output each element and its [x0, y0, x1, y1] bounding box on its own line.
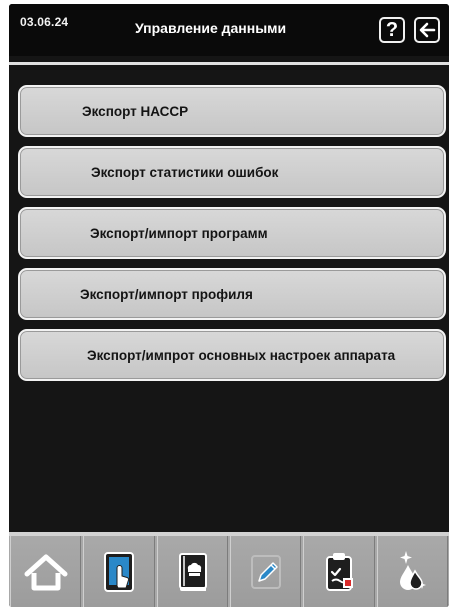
help-icon: ?	[385, 18, 399, 41]
header-bar: 03.06.24 Управление данными ?	[9, 4, 449, 56]
menu-item-label: Экспорт НАССР	[82, 104, 189, 119]
page-title: Управление данными	[135, 20, 287, 36]
nav-clipboard-button[interactable]	[303, 536, 375, 607]
cleaning-drops-icon	[400, 550, 427, 590]
home-icon	[24, 554, 68, 590]
back-button[interactable]	[414, 17, 440, 43]
nav-cookbook-button[interactable]	[156, 536, 228, 607]
export-import-programs-button[interactable]: Экспорт/импорт программ	[18, 207, 446, 259]
menu-item-label: Экспорт/импорт профиля	[80, 287, 253, 302]
clipboard-icon	[325, 552, 353, 591]
export-import-profile-button[interactable]: Экспорт/импорт профиля	[18, 268, 446, 320]
menu-item-label: Экспорт/импорт программ	[90, 226, 268, 241]
nav-touch-button[interactable]	[83, 536, 155, 607]
nav-home-button[interactable]	[10, 536, 82, 607]
bottom-nav-bar	[9, 536, 449, 607]
export-import-device-settings-button[interactable]: Экспорт/импрот основных настроек аппарат…	[18, 329, 446, 381]
back-arrow-icon	[419, 22, 436, 38]
menu-item-label: Экспорт/импрот основных настроек аппарат…	[87, 348, 396, 363]
date-display: 03.06.24	[20, 15, 69, 29]
help-button[interactable]: ?	[379, 17, 405, 43]
header-divider	[9, 62, 449, 65]
nav-edit-button[interactable]	[229, 536, 302, 607]
export-error-statistics-button[interactable]: Экспорт статистики ошибок	[18, 146, 446, 198]
nav-cleaning-button[interactable]	[376, 536, 448, 607]
menu-item-label: Экспорт статистики ошибок	[91, 165, 279, 180]
touch-hand-icon	[103, 551, 134, 592]
device-screen: 03.06.24 Управление данными ? Экспорт НА…	[9, 4, 449, 607]
cookbook-icon	[179, 552, 208, 591]
edit-pencil-icon	[250, 554, 281, 589]
export-haccp-button[interactable]: Экспорт НАССР	[18, 85, 446, 137]
data-management-menu: Экспорт НАССР Экспорт статистики ошибок …	[18, 85, 446, 390]
